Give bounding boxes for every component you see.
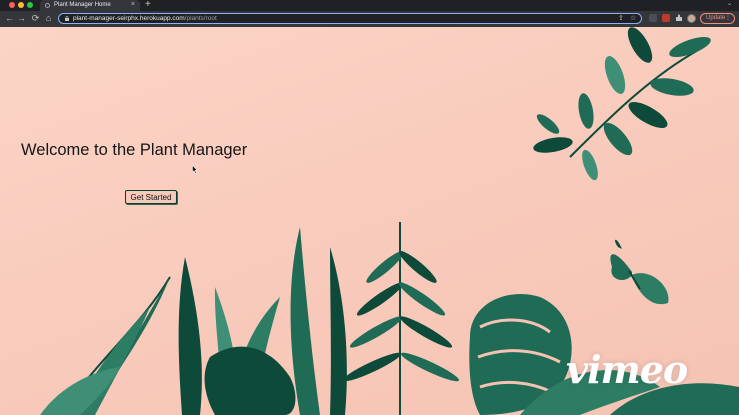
reload-icon[interactable]: ⟳ <box>30 13 41 24</box>
tab-bar: Plant Manager Home × + ⌄ <box>0 0 739 11</box>
home-icon[interactable]: ⌂ <box>43 13 54 24</box>
mouse-pointer-icon <box>192 165 198 174</box>
lock-icon[interactable] <box>65 16 69 21</box>
url-host: plant-manager-seirphx.herokuapp.com <box>73 15 185 22</box>
extensions-puzzle-icon[interactable] <box>675 14 683 22</box>
new-tab-icon[interactable]: + <box>145 0 151 10</box>
profile-avatar[interactable] <box>687 14 696 23</box>
url-path: /plants/root <box>184 15 217 22</box>
page-title: Welcome to the Plant Manager <box>21 141 248 159</box>
url-text[interactable]: plant-manager-seirphx.herokuapp.com/plan… <box>73 14 217 23</box>
branch-top-right <box>533 27 711 181</box>
menu-dots-icon[interactable]: ⋮ <box>720 14 731 23</box>
address-bar[interactable]: plant-manager-seirphx.herokuapp.com/plan… <box>58 13 642 24</box>
globe-icon <box>45 3 50 8</box>
forward-arrow-icon[interactable]: → <box>16 13 27 24</box>
tab-close-icon[interactable]: × <box>131 0 135 10</box>
browser-toolbar: ← → ⟳ ⌂ plant-manager-seirphx.herokuapp.… <box>0 11 739 27</box>
back-arrow-icon[interactable]: ← <box>4 13 15 24</box>
update-button[interactable]: Update ⋮ <box>700 13 735 24</box>
vimeo-watermark: vimeo <box>566 347 688 392</box>
share-icon[interactable]: ⇪ <box>618 14 624 23</box>
extension-1-icon[interactable] <box>649 14 657 22</box>
tab-plant-manager-home[interactable]: Plant Manager Home × <box>40 0 140 11</box>
tab-title: Plant Manager Home <box>54 2 111 8</box>
window-maximize-button[interactable] <box>27 2 33 8</box>
get-started-button[interactable]: Get Started <box>125 190 177 204</box>
window-minimize-button[interactable] <box>18 2 24 8</box>
extension-2-icon[interactable] <box>662 14 670 22</box>
window-close-button[interactable] <box>9 2 15 8</box>
tab-search-chevron-icon[interactable]: ⌄ <box>727 0 732 7</box>
page-content: Welcome to the Plant Manager Get Started… <box>0 27 739 415</box>
star-icon[interactable]: ☆ <box>630 14 636 23</box>
butterfly <box>610 239 669 305</box>
